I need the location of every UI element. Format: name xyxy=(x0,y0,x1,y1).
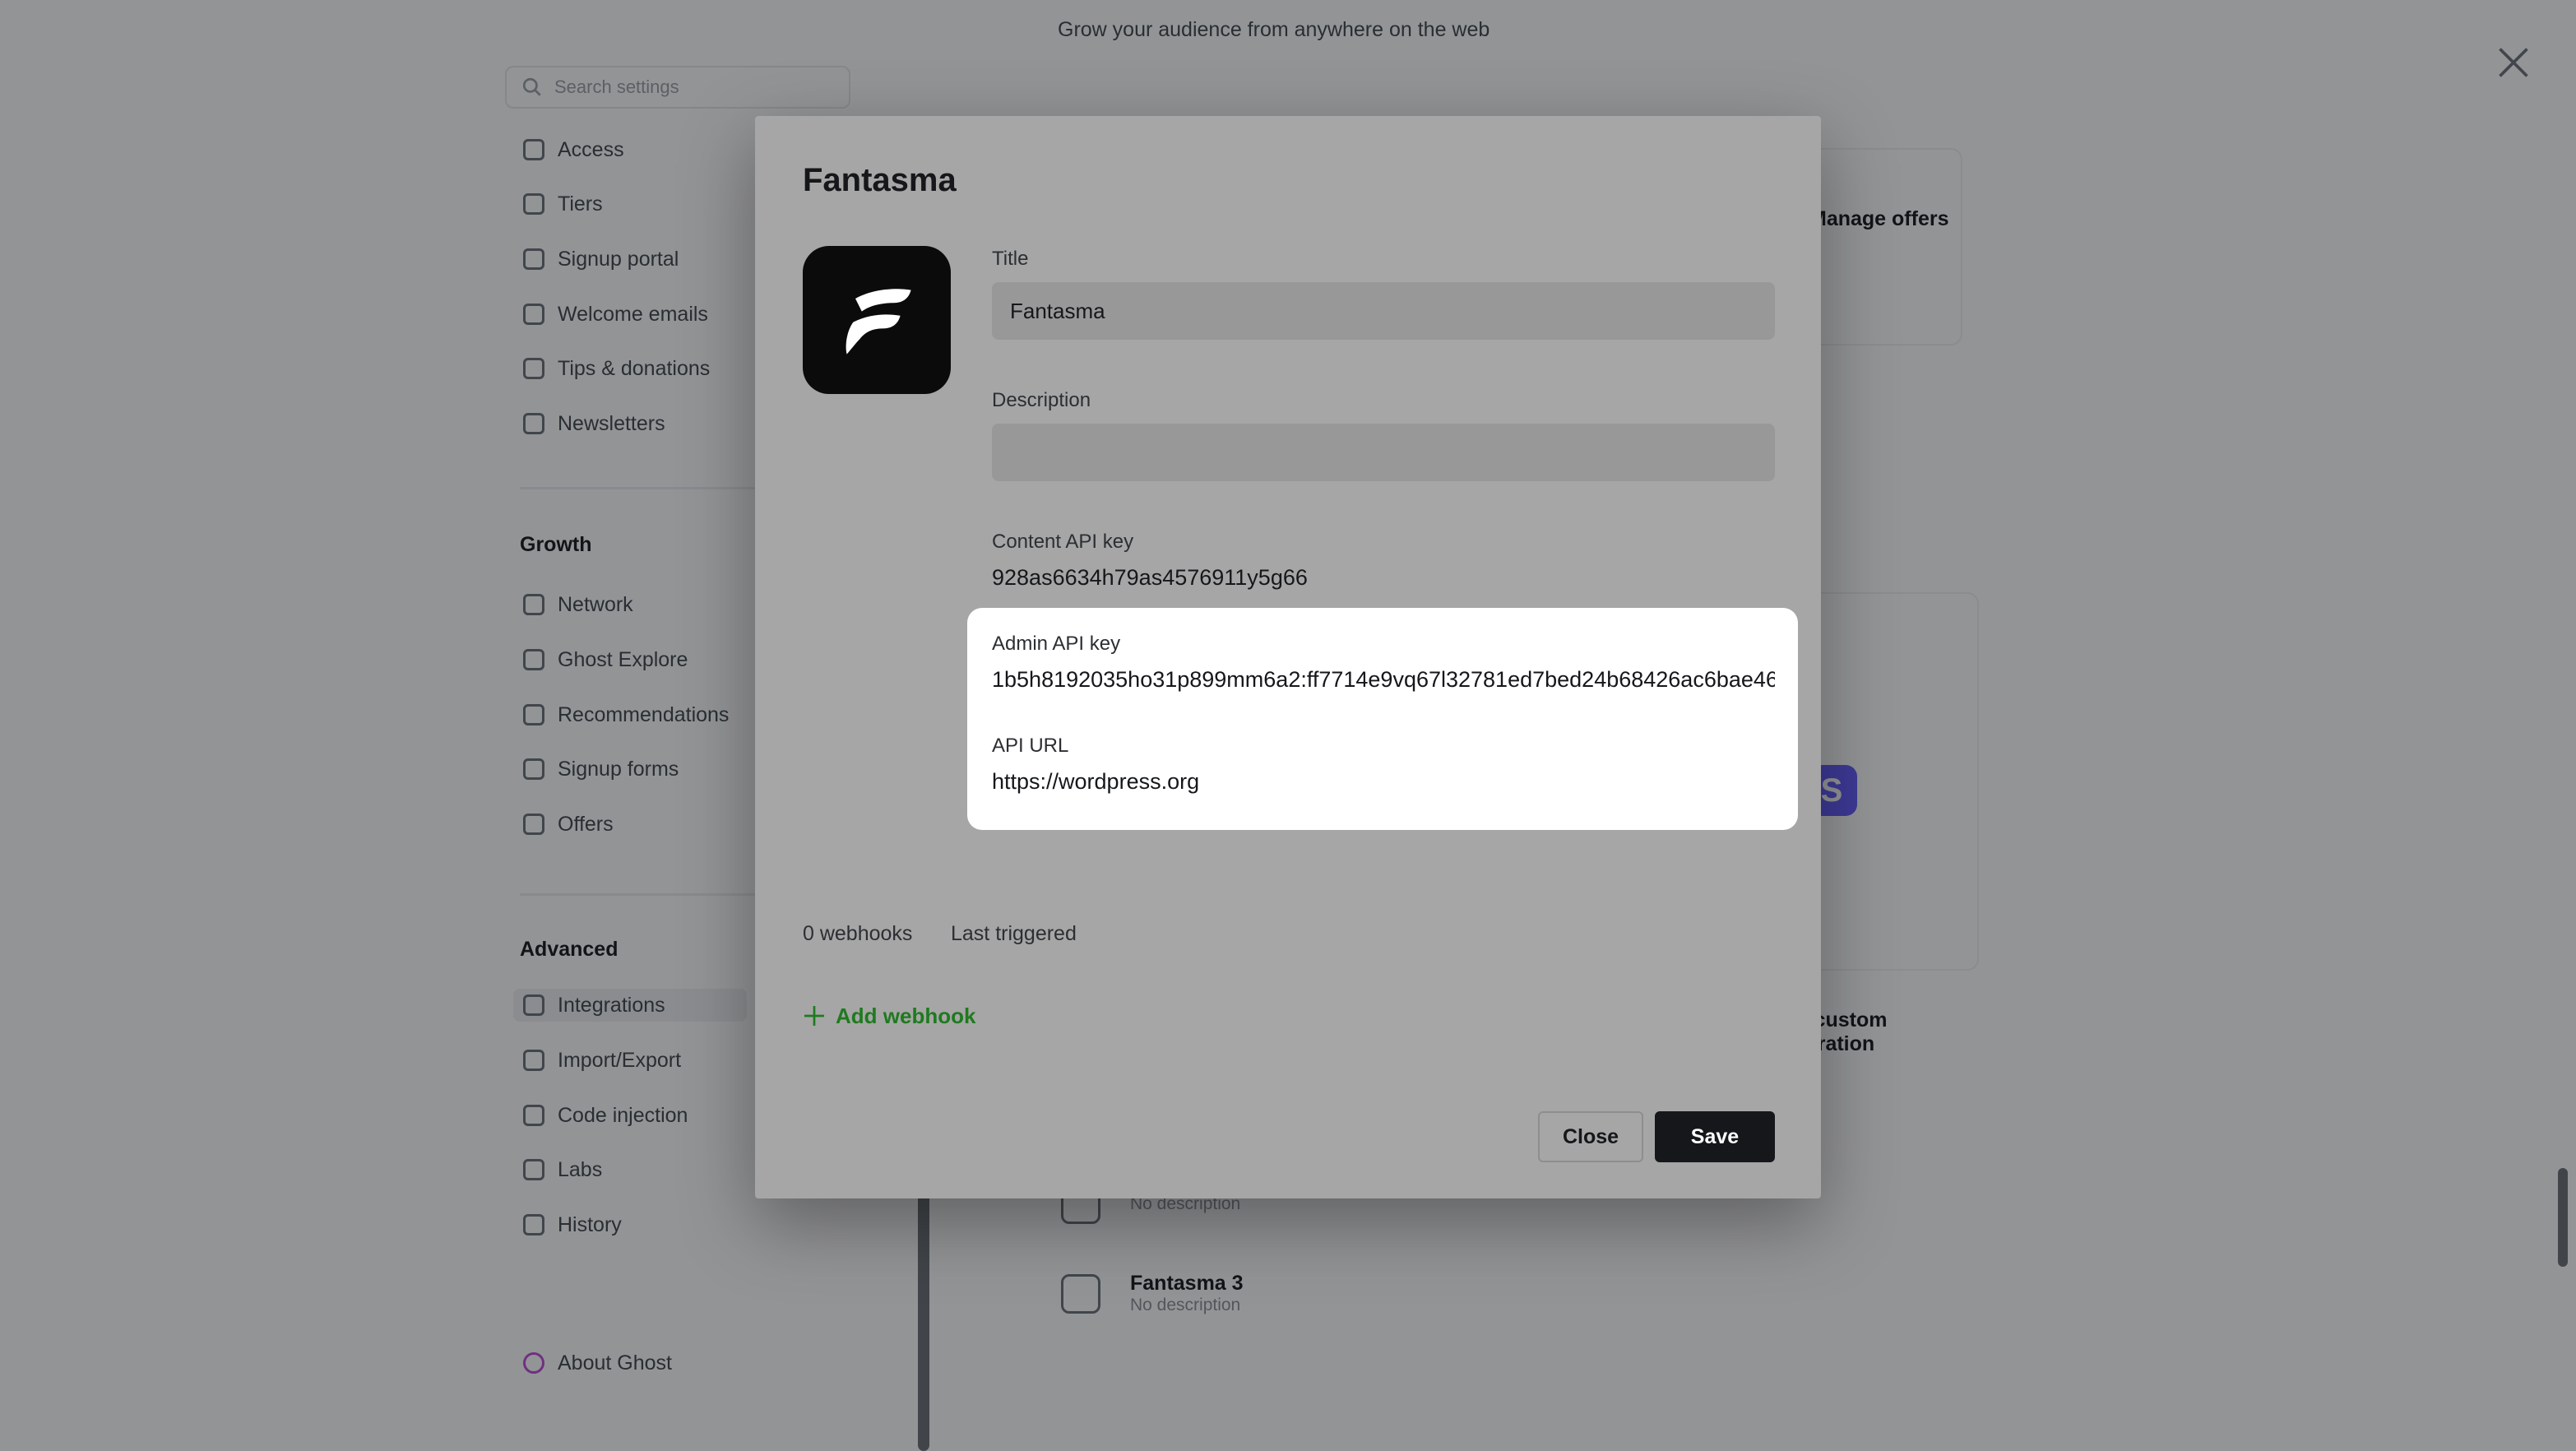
content-api-key-label: Content API key xyxy=(992,531,1134,553)
api-url-label: API URL xyxy=(992,735,1069,757)
title-input[interactable] xyxy=(992,282,1775,340)
close-button[interactable]: Close xyxy=(1538,1111,1643,1162)
modal-title: Fantasma xyxy=(803,162,957,198)
fantasma-logo-icon xyxy=(846,289,911,355)
add-webhook-label: Add webhook xyxy=(836,1003,976,1028)
admin-api-key-value[interactable]: 1b5h8192035ho31p899mm6a2:ff7714e9vq67l32… xyxy=(992,667,1775,693)
webhooks-count: 0 webhooks xyxy=(803,922,913,945)
title-label: Title xyxy=(992,248,1029,270)
admin-api-key-panel: Admin API key 1b5h8192035ho31p899mm6a2:f… xyxy=(967,608,1798,830)
api-url-value[interactable]: https://wordpress.org xyxy=(992,769,1775,795)
description-input[interactable] xyxy=(992,424,1775,481)
admin-api-key-label: Admin API key xyxy=(992,633,1121,655)
integration-logo[interactable] xyxy=(803,246,951,394)
last-triggered-header: Last triggered xyxy=(951,922,1077,945)
content-api-key-value[interactable]: 928as6634h79as4576911y5g66 xyxy=(992,565,1308,591)
description-label: Description xyxy=(992,389,1091,411)
add-webhook-button[interactable]: Add webhook xyxy=(801,1003,975,1029)
plus-icon xyxy=(804,1006,824,1026)
integration-modal: Fantasma Title Description Content API k… xyxy=(755,116,1821,1198)
save-button[interactable]: Save xyxy=(1655,1111,1775,1162)
